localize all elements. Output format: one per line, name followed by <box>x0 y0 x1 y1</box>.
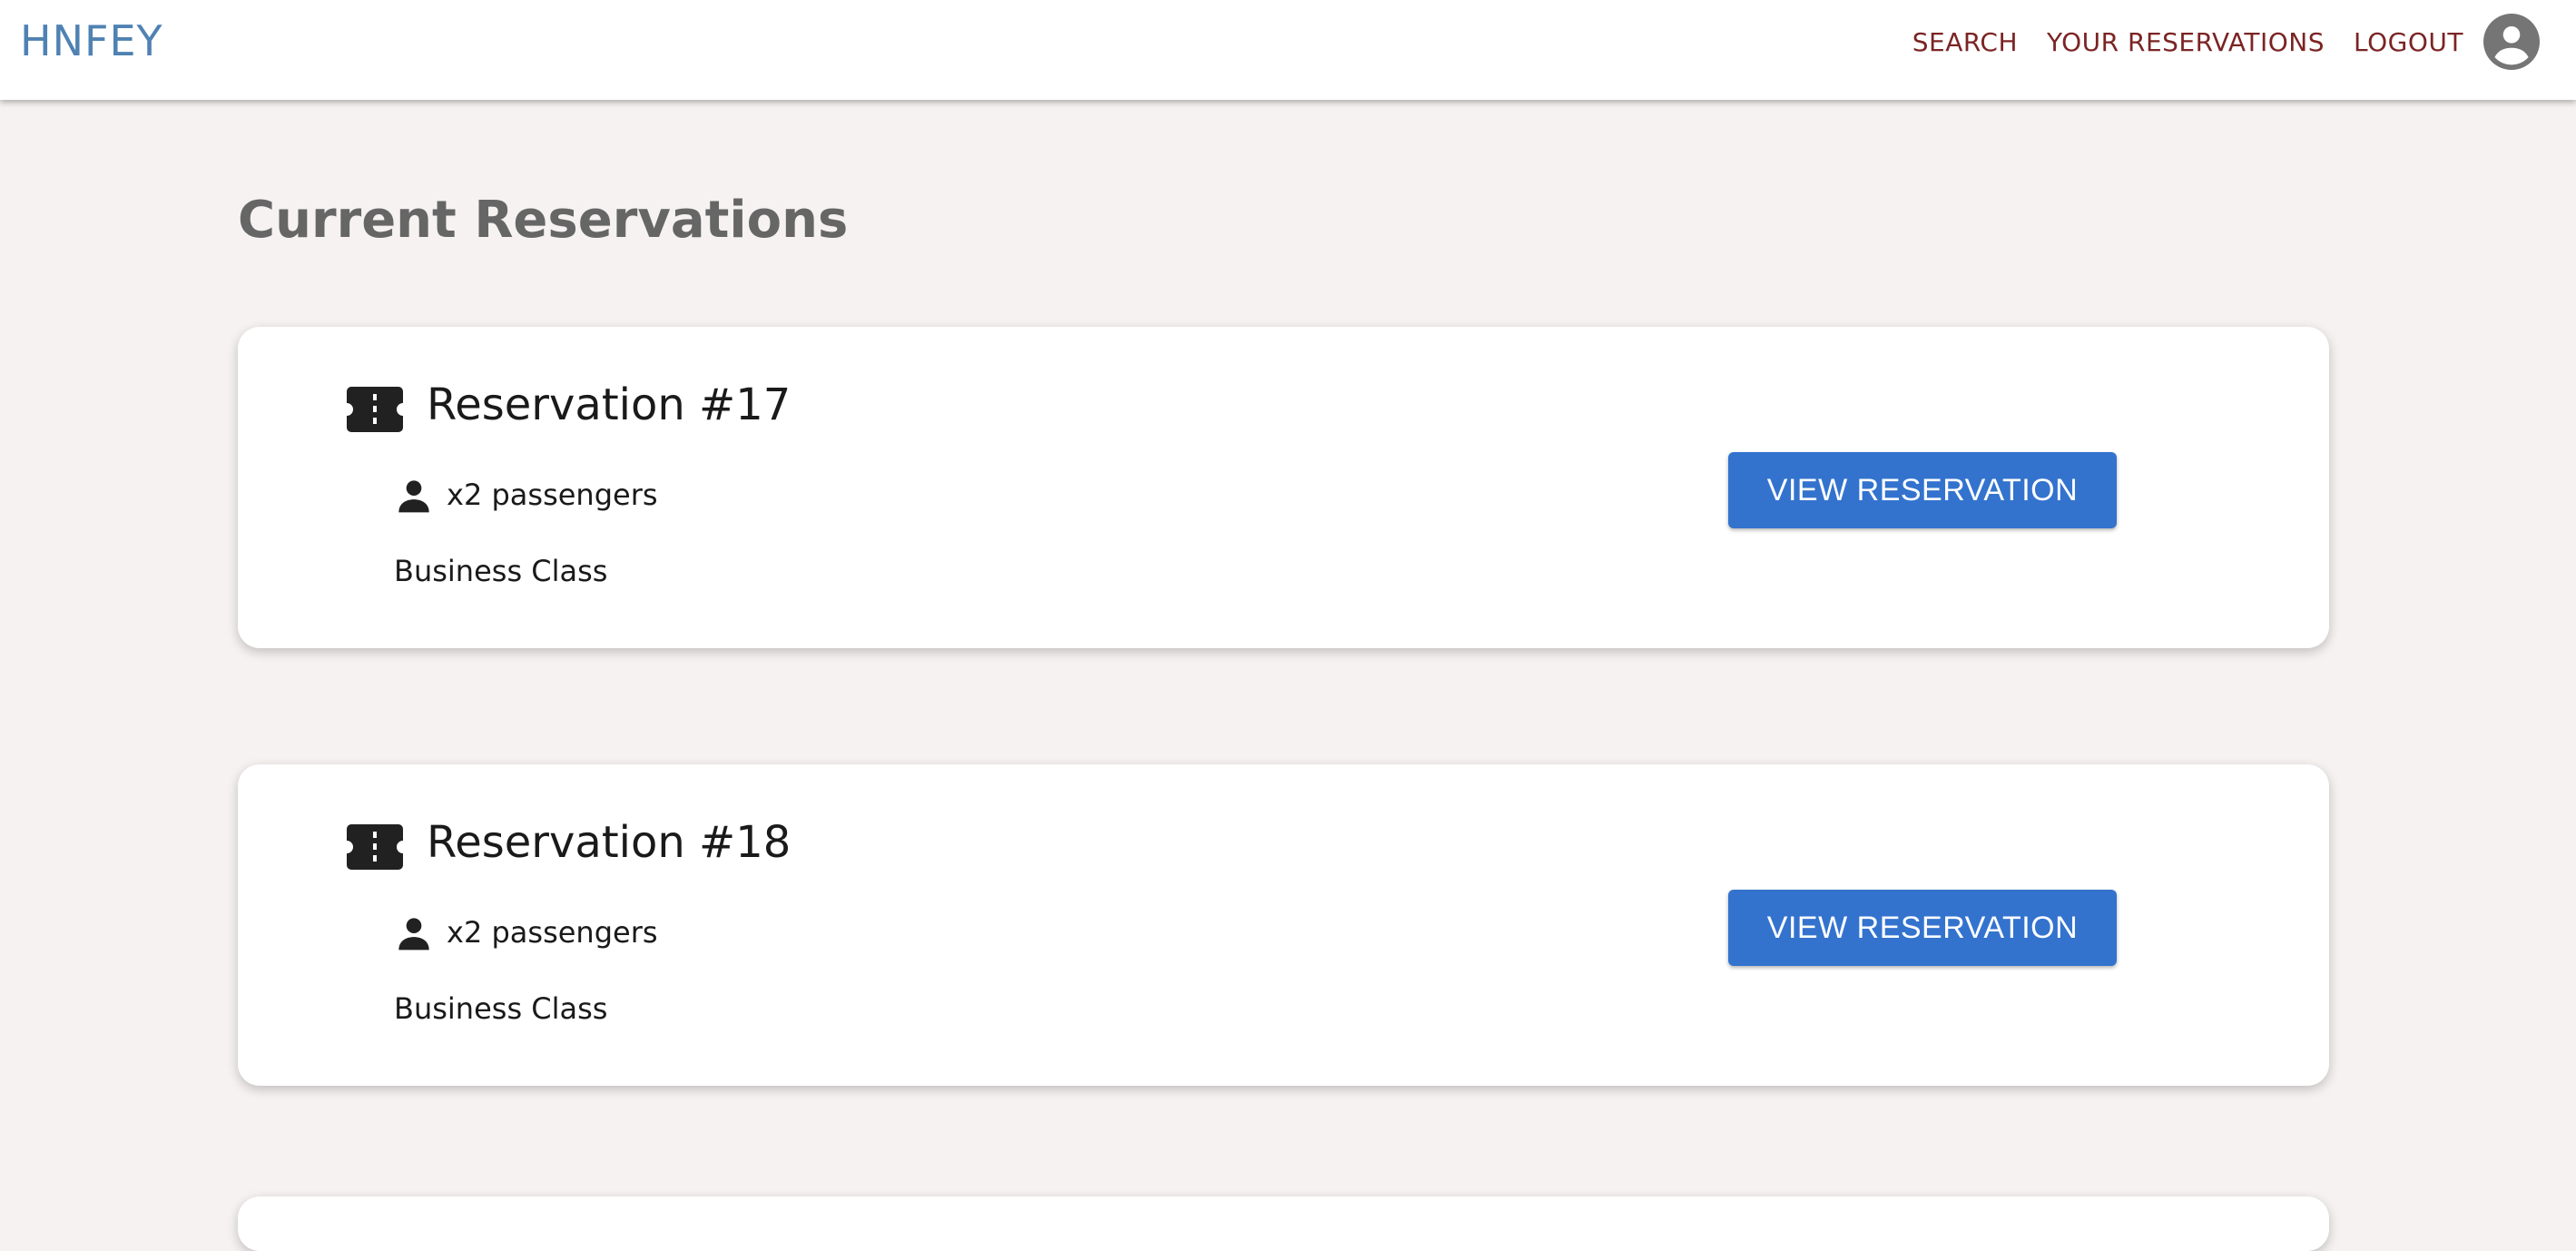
reservation-card: Reservation #17 x2 passengers Business C… <box>238 327 2329 648</box>
view-reservation-button[interactable]: VIEW RESERVATION <box>1728 890 2117 966</box>
nav-links: SEARCH YOUR RESERVATIONS LOGOUT <box>1883 13 2540 71</box>
person-icon <box>398 480 429 513</box>
travel-class: Business Class <box>394 991 608 1026</box>
person-icon <box>398 918 429 951</box>
reservation-title: Reservation #18 <box>427 817 791 868</box>
view-reservation-button[interactable]: VIEW RESERVATION <box>1728 452 2117 528</box>
ticket-icon <box>347 387 403 432</box>
nav-search-link[interactable]: SEARCH <box>1912 27 2018 57</box>
ticket-icon <box>347 824 403 870</box>
reservation-card-partial <box>238 1197 2329 1251</box>
reservation-title: Reservation #17 <box>427 379 791 430</box>
nav-your-reservations-link[interactable]: YOUR RESERVATIONS <box>2047 27 2325 57</box>
account-circle-icon[interactable] <box>2483 14 2540 70</box>
travel-class: Business Class <box>394 554 608 588</box>
brand-logo-text[interactable]: HNFEY <box>20 16 163 65</box>
page-title: Current Reservations <box>238 191 849 250</box>
reservation-card: Reservation #18 x2 passengers Business C… <box>238 764 2329 1086</box>
nav-logout-link[interactable]: LOGOUT <box>2354 27 2463 57</box>
passenger-count: x2 passengers <box>447 478 658 512</box>
top-navbar: HNFEY SEARCH YOUR RESERVATIONS LOGOUT <box>0 0 2576 100</box>
passenger-count: x2 passengers <box>447 915 658 950</box>
